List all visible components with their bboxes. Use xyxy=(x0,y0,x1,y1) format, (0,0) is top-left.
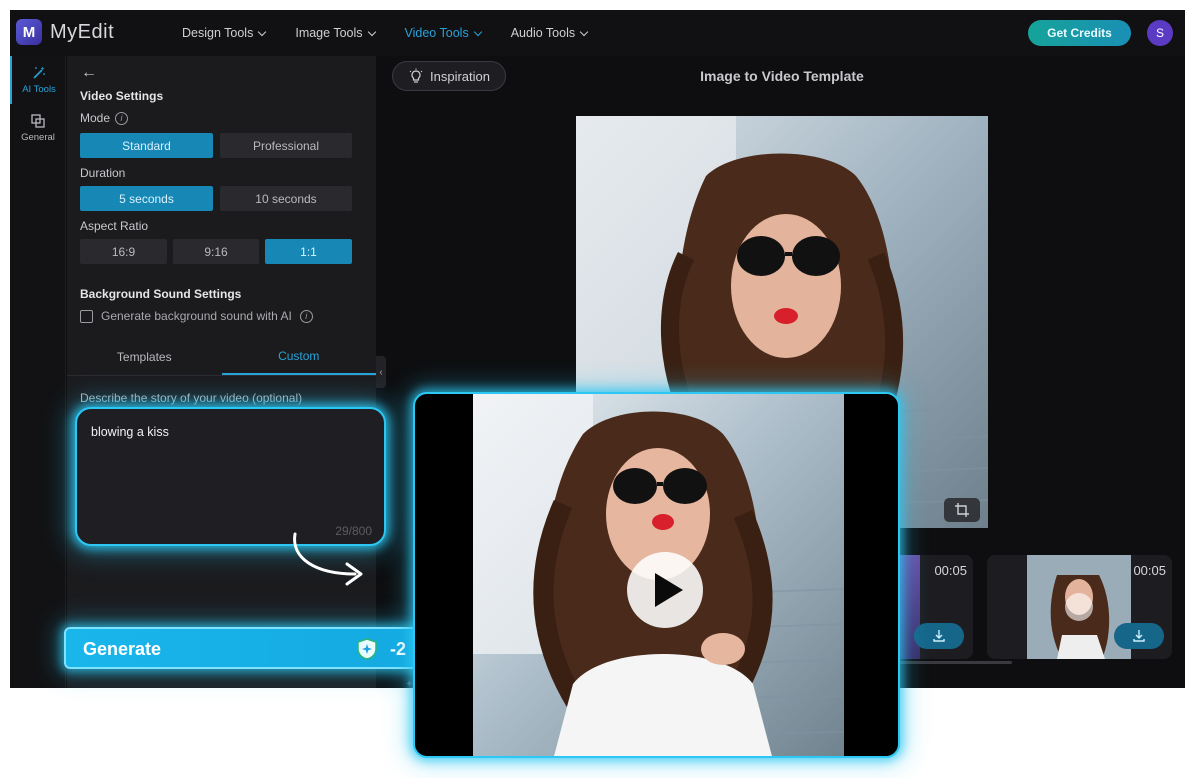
duration-10s-button[interactable]: 10 seconds xyxy=(220,186,352,211)
lightbulb-icon xyxy=(409,68,423,83)
duration-label: Duration xyxy=(80,166,126,180)
bg-sound-label: Generate background sound with AI xyxy=(101,309,292,323)
inspiration-button[interactable]: Inspiration xyxy=(392,61,506,91)
page-title: Image to Video Template xyxy=(700,68,864,84)
crop-icon xyxy=(955,503,969,517)
rail-label: AI Tools xyxy=(22,84,56,95)
chevron-left-icon: ‹ xyxy=(379,366,383,378)
back-arrow-icon[interactable]: ← xyxy=(81,64,97,82)
avatar[interactable]: S xyxy=(1147,20,1173,46)
aspect-ratio-label: Aspect Ratio xyxy=(80,219,149,233)
page-root: M MyEdit Design Tools Image Tools Video … xyxy=(0,0,1200,778)
video-result-thumb[interactable]: 00:05 xyxy=(987,555,1172,659)
prompt-description: Describe the story of your video (option… xyxy=(80,391,303,405)
crop-button[interactable] xyxy=(944,498,980,522)
rail-item-ai-tools[interactable]: AI Tools xyxy=(10,56,66,104)
nav-label: Video Tools xyxy=(404,26,469,40)
mode-label: Mode i xyxy=(80,111,129,125)
aspect-16-9-button[interactable]: 16:9 xyxy=(80,239,167,264)
logo-text: MyEdit xyxy=(50,20,115,43)
duration-5s-button[interactable]: 5 seconds xyxy=(80,186,213,211)
nav-label: Design Tools xyxy=(182,26,254,40)
bg-sound-row[interactable]: Generate background sound with AI i xyxy=(80,309,313,323)
download-button[interactable] xyxy=(1114,623,1164,649)
aspect-9-16-button[interactable]: 9:16 xyxy=(173,239,259,264)
download-icon xyxy=(1133,630,1145,642)
inspiration-label: Inspiration xyxy=(430,68,490,84)
generated-video-card[interactable] xyxy=(413,392,900,758)
generate-button[interactable]: Generate -2 xyxy=(64,627,424,669)
mode-professional-button[interactable]: Professional xyxy=(220,133,352,158)
nav-design-tools[interactable]: Design Tools xyxy=(182,26,267,40)
tab-custom[interactable]: Custom xyxy=(221,338,376,375)
layers-icon xyxy=(31,114,45,128)
get-credits-button[interactable]: Get Credits xyxy=(1028,20,1131,46)
play-icon xyxy=(654,573,683,607)
chevron-down-icon xyxy=(258,27,267,36)
rail-item-general[interactable]: General xyxy=(10,104,66,152)
generate-label: Generate xyxy=(83,639,162,659)
credit-shield-icon xyxy=(357,638,377,660)
nav-label: Image Tools xyxy=(295,26,363,40)
left-rail: AI Tools General xyxy=(10,56,66,688)
nav-label: Audio Tools xyxy=(510,26,576,40)
chevron-down-icon xyxy=(579,27,589,36)
info-icon[interactable]: i xyxy=(115,111,129,125)
nav-video-tools[interactable]: Video Tools xyxy=(404,26,482,40)
bg-sound-title: Background Sound Settings xyxy=(80,287,242,301)
logo-icon: M xyxy=(16,19,42,45)
settings-panel: ← Video Settings Mode i Standard Profess… xyxy=(67,56,376,688)
mode-label-text: Mode xyxy=(80,111,111,125)
aspect-1-1-button[interactable]: 1:1 xyxy=(265,239,352,264)
video-settings-title: Video Settings xyxy=(80,89,164,103)
tab-templates[interactable]: Templates xyxy=(67,338,222,375)
logo[interactable]: M MyEdit xyxy=(16,19,114,45)
bg-sound-checkbox[interactable] xyxy=(80,309,93,323)
nav-menu: Design Tools Image Tools Video Tools Aud… xyxy=(182,10,617,56)
prompt-textarea[interactable]: blowing a kiss 29/800 xyxy=(75,407,386,546)
generate-cost: -2 xyxy=(390,639,407,659)
collapse-panel-handle[interactable]: ‹ xyxy=(376,356,386,388)
top-nav: M MyEdit Design Tools Image Tools Video … xyxy=(10,10,1185,56)
curved-arrow-icon xyxy=(293,532,363,586)
magic-wand-icon xyxy=(33,66,45,79)
rail-label: General xyxy=(21,132,55,143)
nav-image-tools[interactable]: Image Tools xyxy=(295,26,376,40)
info-icon[interactable]: i xyxy=(299,309,313,323)
nav-audio-tools[interactable]: Audio Tools xyxy=(510,26,589,40)
thumb-duration: 00:05 xyxy=(934,563,967,578)
chevron-down-icon xyxy=(473,27,482,36)
prompt-tabs: Templates Custom xyxy=(67,338,376,376)
download-button[interactable] xyxy=(914,623,964,649)
chevron-down-icon xyxy=(367,27,376,36)
play-button[interactable] xyxy=(627,552,703,628)
mode-standard-button[interactable]: Standard xyxy=(80,133,213,158)
thumb-duration: 00:05 xyxy=(1133,563,1166,578)
download-icon xyxy=(933,630,945,642)
prompt-value: blowing a kiss xyxy=(91,425,169,439)
